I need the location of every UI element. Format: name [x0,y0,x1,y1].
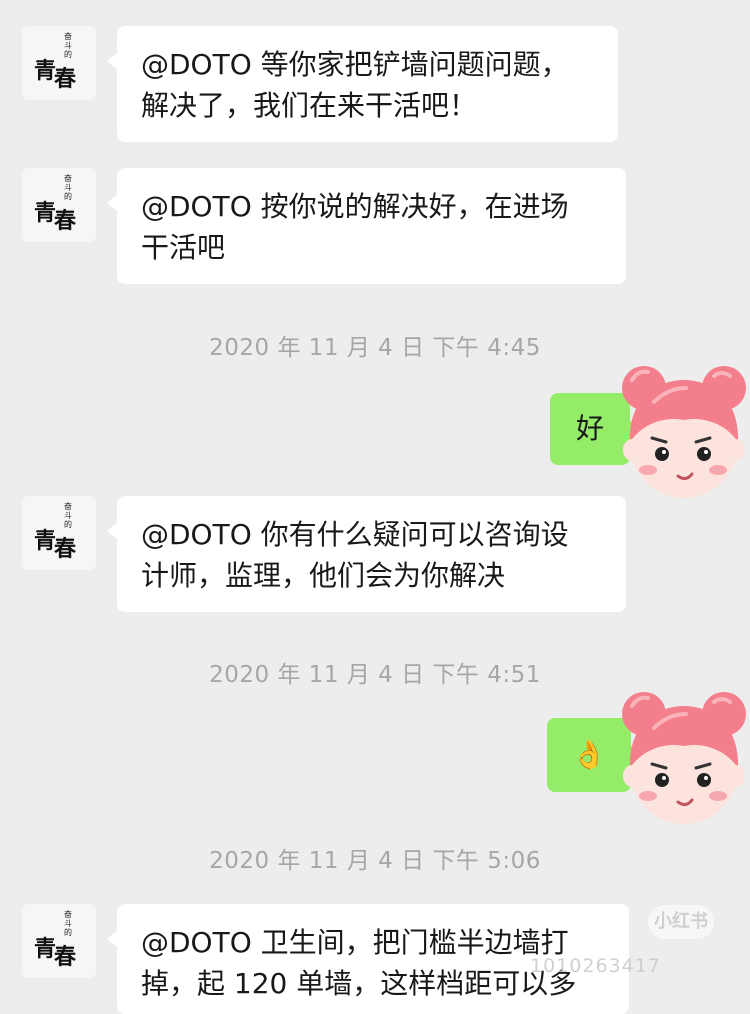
message-line: 计师，监理，他们会为你解决 [141,559,506,592]
avatar-small-text: 奋斗的 [64,32,72,59]
avatar-small-text: 奋斗的 [64,502,72,529]
message-line: 干活吧 [141,231,226,264]
ok-hand-emoji: 👌 [571,738,607,771]
contact-avatar[interactable]: 奋斗的 青春 [22,168,96,242]
avatar-small-text: 奋斗的 [64,910,72,937]
user-avatar[interactable] [618,358,750,498]
contact-avatar[interactable]: 奋斗的 青春 [22,496,96,570]
avatar-big-text: 青春 [34,936,76,970]
watermark-badge: 小红书 [648,905,714,939]
message-timestamp: 2020 年 11 月 4 日 下午 4:45 [209,335,541,361]
avatar-big-text: 青春 [34,200,76,234]
message-line: @DOTO 你有什么疑问可以咨询设 [141,518,569,551]
contact-avatar[interactable]: 奋斗的 青春 [22,904,96,978]
message-text: 好 [575,412,604,445]
incoming-message-bubble[interactable]: @DOTO 你有什么疑问可以咨询设 计师，监理，他们会为你解决 [107,496,626,612]
avatar-small-text: 奋斗的 [64,174,72,201]
user-avatar[interactable] [618,684,750,824]
message-timestamp: 2020 年 11 月 4 日 下午 5:06 [209,848,541,874]
message-line: @DOTO 等你家把铲墙问题问题， [141,48,569,81]
incoming-message-bubble[interactable]: @DOTO 按你说的解决好，在进场 干活吧 [107,168,626,284]
watermark-id: 1010263417 [530,955,661,977]
avatar-big-text: 青春 [34,528,76,562]
incoming-message-bubble[interactable]: @DOTO 等你家把铲墙问题问题， 解决了，我们在来干活吧！ [107,26,618,142]
avatar-big-text: 青春 [34,58,76,92]
message-line: @DOTO 按你说的解决好，在进场 [141,190,569,223]
contact-avatar[interactable]: 奋斗的 青春 [22,26,96,100]
message-line: 解决了，我们在来干活吧！ [141,89,478,122]
